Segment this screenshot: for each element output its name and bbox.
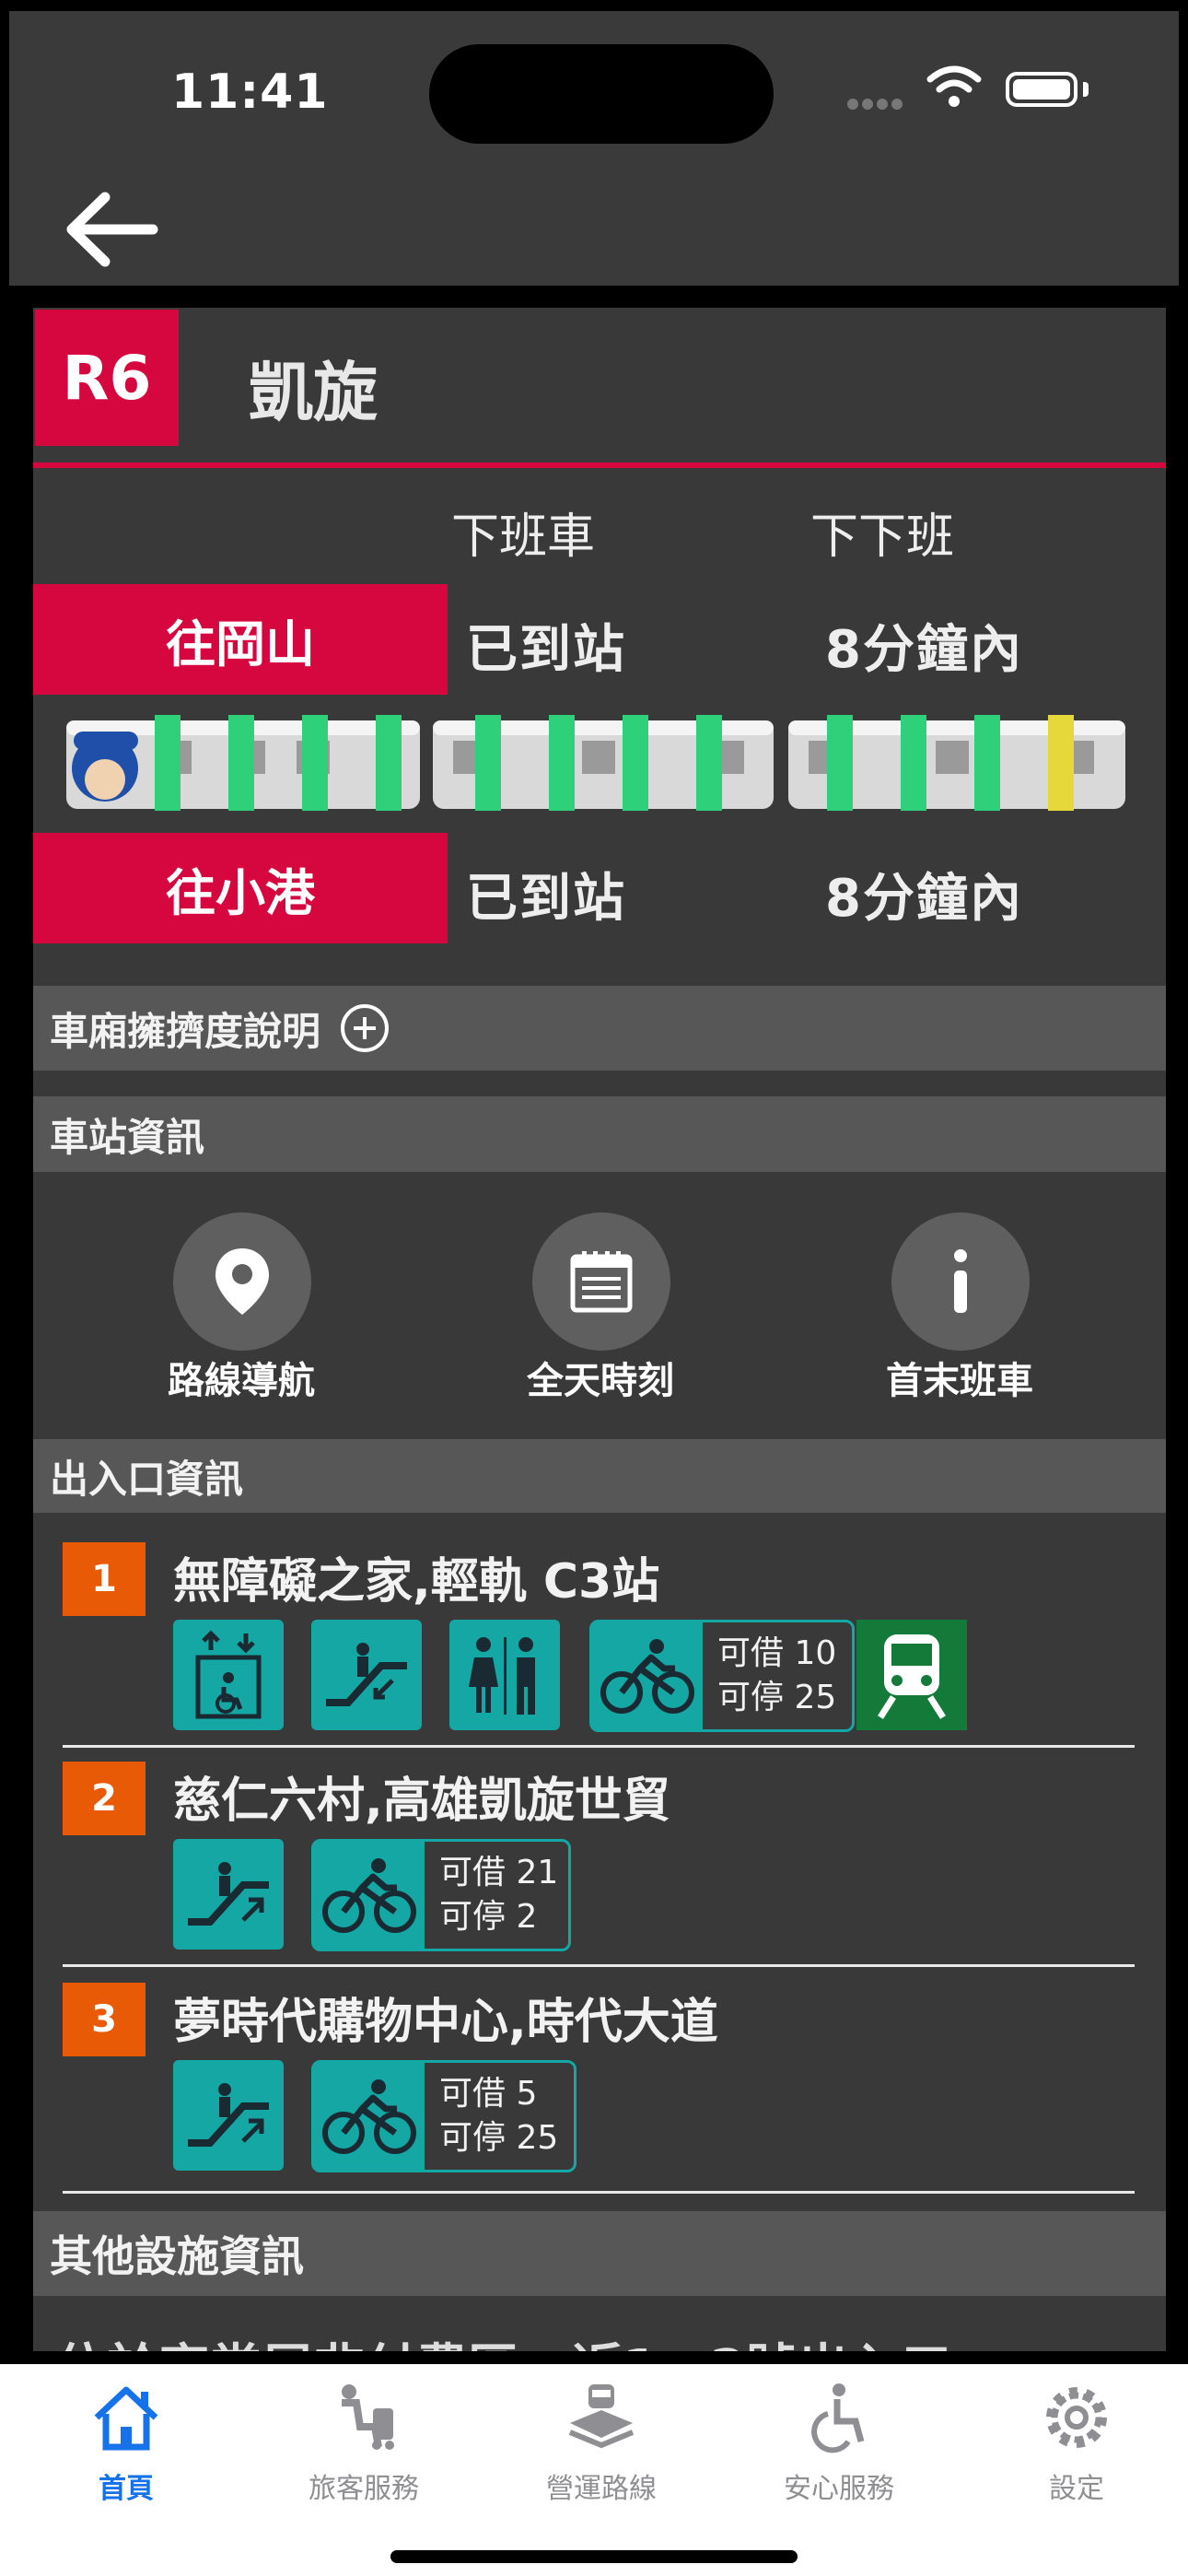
exit-number-badge: 3: [63, 1983, 146, 2056]
exit-name: 無障礙之家,輕軌 C3站: [173, 1554, 660, 1610]
elevator-icon: [173, 1620, 284, 1730]
app-screen: 11:41 R6 凱旋 下班車 下下班 往岡山 已到站 8分鐘內 往小港 已到站…: [0, 0, 1188, 2576]
battery-icon: [1006, 72, 1077, 107]
direction-label: 往小港: [33, 833, 448, 943]
bike-rental-info[interactable]: 可借 5 可停 25: [311, 2060, 577, 2172]
exit-name: 慈仁六村,高雄凱旋世貿: [173, 1774, 670, 1829]
dynamic-island: [429, 44, 774, 144]
exit-number-badge: 2: [63, 1762, 146, 1835]
other-facilities-header: 其他設施資訊: [33, 2211, 1166, 2296]
bike-park-count: 可停 2: [439, 1898, 538, 1936]
following-train-header: 下下班: [810, 509, 955, 565]
home-icon: [94, 2386, 158, 2451]
train-crowding-graphic: [66, 715, 1125, 811]
tab-label: 旅客服務: [309, 2473, 419, 2505]
exit-name: 夢時代購物中心,時代大道: [173, 1995, 718, 2050]
crowding-help-label: 車廂擁擠度說明: [50, 1008, 321, 1054]
tab-label: 營運路線: [546, 2473, 657, 2505]
home-indicator: [390, 2550, 798, 2563]
station-name: 凱旋: [249, 355, 378, 430]
direction-row-xiaogang: 往小港 已到站 8分鐘內: [33, 833, 1166, 943]
tab-settings[interactable]: 設定: [958, 2381, 1188, 2510]
passenger-service-icon: [342, 2384, 394, 2450]
bike-availability: 可借 5 可停 25: [439, 2072, 558, 2160]
first-last-train-button[interactable]: 首末班車: [840, 1212, 1079, 1415]
tab-safety-service[interactable]: 安心服務: [720, 2381, 958, 2510]
exit-item-3[interactable]: 3 夢時代購物中心,時代大道 可借 5 可停 25: [63, 1983, 1135, 2176]
timetable-button[interactable]: 全天時刻: [481, 1212, 720, 1415]
facility-description: 位於穿堂層非付費區，近1、2號出入口: [55, 2327, 952, 2351]
tab-operating-routes[interactable]: 營運路線: [483, 2381, 720, 2510]
button-label: 全天時刻: [527, 1360, 674, 1402]
route-navigation-button[interactable]: 路線導航: [122, 1212, 361, 1415]
divider: [63, 2191, 1135, 2194]
escalator-up-icon: [173, 2060, 284, 2171]
route-map-icon: [568, 2384, 635, 2449]
train-car-3: [788, 715, 1125, 811]
timetable-icon: [532, 1212, 670, 1351]
bike-rent-count: 可借 10: [717, 1634, 837, 1672]
station-info-header: 車站資訊: [33, 1096, 1166, 1172]
escalator-icon: [311, 1620, 422, 1730]
exit-item-2[interactable]: 2 慈仁六村,高雄凱旋世貿 可借 21 可停 2: [63, 1762, 1135, 1955]
section-title: 其他設施資訊: [50, 2231, 304, 2281]
settings-icon: [1046, 2387, 1107, 2448]
tab-label: 設定: [1049, 2473, 1104, 2505]
following-train-status: 8分鐘內: [825, 869, 1023, 929]
bike-rent-count: 可借 21: [439, 1854, 559, 1891]
section-title: 車站資訊: [50, 1114, 205, 1160]
tab-label: 首頁: [99, 2473, 154, 2505]
next-train-status: 已到站: [466, 620, 626, 680]
status-time: 11:41: [171, 64, 329, 120]
location-pin-icon: [173, 1212, 311, 1351]
tab-home[interactable]: 首頁: [7, 2381, 245, 2510]
tab-label: 安心服務: [784, 2473, 894, 2505]
exit-info-header: 出入口資訊: [33, 1439, 1166, 1513]
battery-tip: [1083, 82, 1089, 97]
header-underline: [33, 463, 1166, 468]
bike-rent-count: 可借 5: [439, 2075, 538, 2113]
station-detail-content[interactable]: R6 凱旋 下班車 下下班 往岡山 已到站 8分鐘內 往小港 已到站 8分鐘內 …: [33, 308, 1166, 2351]
back-arrow-icon[interactable]: [61, 188, 162, 271]
tab-bar: 首頁 旅客服務 營運路線 安心服務 設定: [0, 2364, 1188, 2576]
bicycle-icon: [592, 1622, 703, 1729]
following-train-status: 8分鐘內: [825, 620, 1023, 680]
bike-availability: 可借 10 可停 25: [717, 1632, 836, 1720]
cellular-signal-icon: [847, 96, 906, 113]
bike-rental-info[interactable]: 可借 21 可停 2: [311, 1839, 571, 1951]
bike-park-count: 可停 25: [439, 2119, 559, 2157]
direction-row-gangshan: 往岡山 已到站 8分鐘內: [33, 584, 1166, 695]
divider: [63, 1964, 1135, 1967]
station-header: R6 凱旋: [33, 308, 1166, 470]
light-rail-icon: [856, 1620, 967, 1730]
section-title: 出入口資訊: [50, 1456, 244, 1502]
wifi-icon: [926, 65, 982, 107]
bicycle-icon: [314, 1842, 425, 1949]
exit-item-1[interactable]: 1 無障礙之家,輕軌 C3站 可借 10 可停 25: [63, 1542, 1135, 1736]
next-train-status: 已到站: [466, 869, 626, 929]
direction-label: 往岡山: [33, 584, 448, 695]
button-label: 首末班車: [886, 1360, 1033, 1402]
nav-bar: [9, 177, 1179, 286]
accessibility-icon: [811, 2383, 865, 2453]
button-label: 路線導航: [168, 1360, 315, 1402]
next-train-header: 下班車: [451, 509, 596, 565]
train-car-1: [66, 715, 420, 811]
bike-park-count: 可停 25: [717, 1679, 837, 1716]
bike-rental-info[interactable]: 可借 10 可停 25: [589, 1620, 855, 1732]
exit-number-badge: 1: [63, 1542, 146, 1616]
info-icon: [891, 1212, 1030, 1351]
plus-circle-icon: [341, 1004, 390, 1052]
tab-passenger-service[interactable]: 旅客服務: [245, 2381, 483, 2510]
bike-availability: 可借 21 可停 2: [439, 1851, 558, 1939]
escalator-up-icon: [173, 1839, 284, 1950]
divider: [63, 1745, 1135, 1748]
train-car-2: [433, 715, 774, 811]
bicycle-icon: [314, 2063, 425, 2170]
restroom-icon: [449, 1620, 560, 1730]
station-code-badge: R6: [35, 310, 179, 446]
crowding-help-toggle[interactable]: 車廂擁擠度說明: [33, 986, 1166, 1071]
